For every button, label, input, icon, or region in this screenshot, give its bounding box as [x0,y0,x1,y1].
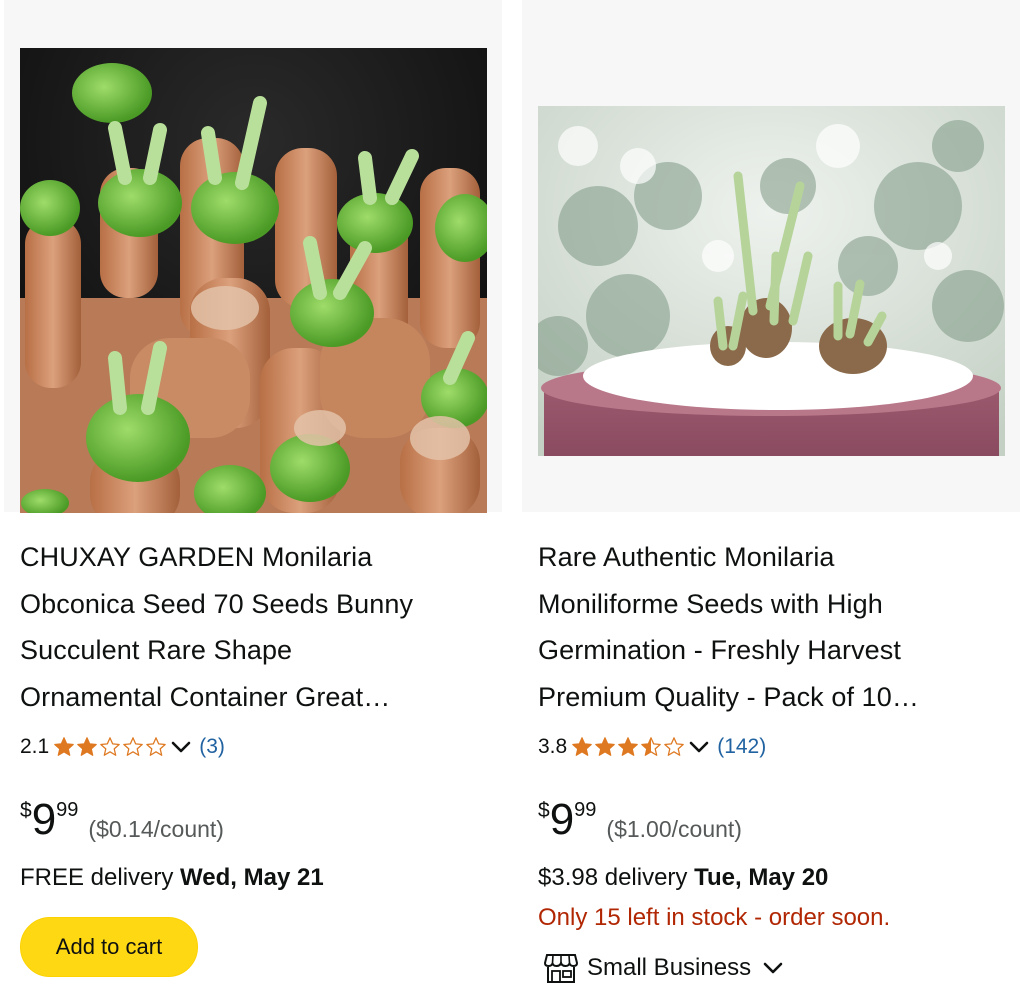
star-outline-icon [123,737,144,756]
star-rating [571,736,686,758]
title-line: Ornamental Container Great… [20,681,391,712]
star-icon [595,737,616,756]
star-rating [53,736,168,758]
title-line: Moniliforme Seeds with High [538,588,883,619]
title-line: Rare Authentic Monilaria [538,542,835,572]
price: $ 9 99 ($0.14/count) [20,792,224,852]
price-fraction: 99 [56,799,79,821]
delivery-info: FREE delivery Wed, May 21 [20,864,324,892]
stock-warning: Only 15 left in stock - order soon. [538,904,891,931]
unit-price: ($0.14/count) [88,816,224,842]
delivery-info: $3.98 delivery Tue, May 20 [538,864,828,892]
delivery-prefix: FREE delivery [20,864,174,891]
title-line: Succulent Rare Shape [20,635,293,665]
price-currency: $ [538,799,550,822]
product-image-bunny-succulent[interactable] [20,48,487,513]
title-line: Obconica Seed 70 Seeds Bunny [20,588,414,619]
storefront-icon [544,954,578,983]
bunny-succulent-photo [20,48,487,513]
product-image-monilaria-pot[interactable] [538,106,1005,456]
delivery-date: Wed, May 21 [180,864,324,891]
rating-row[interactable]: 3.8 (142) [538,732,766,762]
chevron-down-icon[interactable] [761,956,785,980]
add-to-cart-button[interactable]: Add to cart [20,917,198,977]
title-line: Premium Quality - Pack of 10… [538,681,920,712]
small-business-label: Small Business [587,954,752,981]
rating-value: 3.8 [538,735,568,758]
product-card-2[interactable]: Rare Authentic Monilaria Moniliforme See… [518,0,1024,995]
review-count-link[interactable]: (3) [199,735,225,759]
price-whole: 9 [549,795,575,844]
monilaria-pot-photo [538,106,1005,456]
rating-row[interactable]: 2.1 (3) [20,732,225,762]
delivery-prefix: $3.98 delivery [538,864,688,891]
price-fraction: 99 [574,799,597,821]
star-outline-icon [100,737,121,756]
star-half-icon [641,737,662,756]
title-line: Germination - Freshly Harvest [538,635,901,665]
chevron-down-icon[interactable] [687,735,711,759]
star-outline-icon [664,737,685,756]
grid-gutter [506,0,518,995]
chevron-down-icon[interactable] [169,735,193,759]
title-line: CHUXAY GARDEN Monilaria [20,542,373,572]
star-outline-icon [146,737,167,756]
star-icon [54,737,75,756]
review-count-link[interactable]: (142) [717,735,766,759]
unit-price: ($1.00/count) [606,816,742,842]
product-card-1[interactable]: CHUXAY GARDEN Monilaria Obconica Seed 70… [0,0,506,995]
product-title[interactable]: CHUXAY GARDEN Monilaria Obconica Seed 70… [20,534,480,720]
price-currency: $ [20,799,32,822]
delivery-date: Tue, May 20 [694,864,829,891]
star-icon [618,737,639,756]
rating-value: 2.1 [20,735,50,758]
star-icon [572,737,593,756]
price: $ 9 99 ($1.00/count) [538,792,742,852]
star-icon [77,737,98,756]
small-business-badge[interactable]: Small Business [544,948,785,988]
price-whole: 9 [31,795,57,844]
product-title[interactable]: Rare Authentic Monilaria Moniliforme See… [538,534,998,720]
